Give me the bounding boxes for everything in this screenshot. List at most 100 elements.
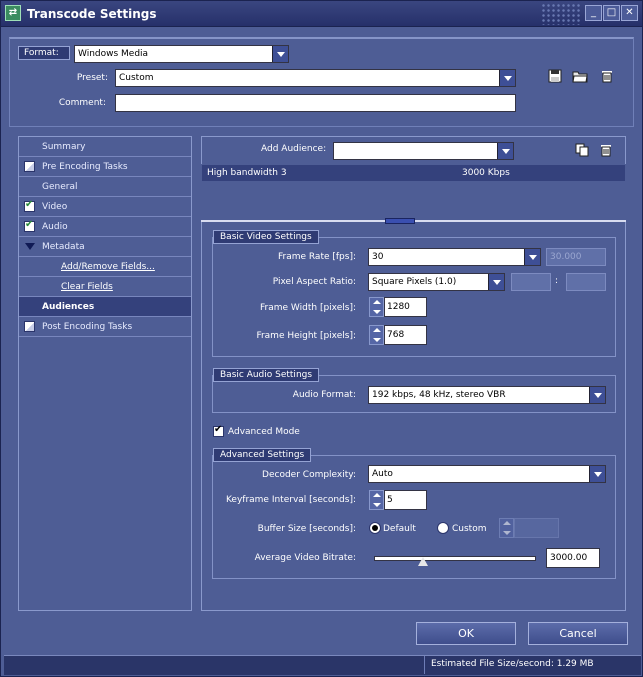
nav-item-video[interactable]: Video [19, 197, 191, 217]
delete-icon[interactable] [598, 69, 616, 87]
chevron-down-icon [589, 466, 605, 482]
save-icon[interactable] [546, 69, 564, 87]
comment-field[interactable] [115, 94, 516, 112]
nav-item-add-remove-fields: Add/Remove Fields... [19, 257, 191, 277]
add-remove-fields-link[interactable]: Add/Remove Fields... [61, 262, 155, 272]
minimize-button[interactable]: _ [585, 5, 602, 21]
window-title: Transcode Settings [27, 7, 157, 21]
transcode-settings-window: ⇄ Transcode Settings _ □ ✕ Format: Windo… [0, 0, 643, 677]
advanced-settings-title: Advanced Settings [213, 448, 312, 462]
nav-item-clear-fields: Clear Fields [19, 277, 191, 297]
nav-item-metadata[interactable]: Metadata [19, 237, 191, 257]
decoder-complexity-label: Decoder Complexity: [262, 470, 356, 480]
cancel-button[interactable]: Cancel [528, 622, 628, 645]
nav-item-label: Summary [42, 142, 86, 152]
frame-rate-custom-field: 30.000 [546, 248, 606, 266]
advanced-mode-label: Advanced Mode [228, 427, 300, 437]
frame-width-stepper[interactable]: 1280 [369, 297, 427, 317]
nav-item-label: General [42, 182, 78, 192]
pixel-aspect-width-field [511, 273, 551, 291]
format-label: Format: [18, 46, 70, 60]
nav-item-post-encoding-tasks[interactable]: Post Encoding Tasks [19, 317, 191, 337]
format-dropdown[interactable]: Windows Media [74, 45, 289, 63]
audio-format-value: 192 kbps, 48 kHz, stereo VBR [372, 390, 506, 400]
audience-bitrate: 3000 Kbps [462, 168, 510, 178]
nav-item-audiences[interactable]: Audiences [19, 297, 191, 317]
chevron-down-icon [497, 143, 513, 159]
chevron-down-icon [272, 46, 288, 62]
splitter-handle[interactable] [385, 218, 415, 224]
nav-item-label: Metadata [42, 242, 85, 252]
audience-name: High bandwidth 3 [207, 168, 287, 178]
stepper-arrows-icon[interactable] [369, 325, 384, 345]
preset-value: Custom [119, 73, 154, 83]
video-checkbox[interactable] [24, 199, 35, 212]
nav-item-label: Audio [42, 222, 68, 232]
chevron-down-icon [499, 70, 515, 86]
pixel-aspect-label: Pixel Aspect Ratio: [272, 277, 356, 287]
copy-icon[interactable] [573, 143, 591, 161]
add-audience-dropdown[interactable] [333, 142, 514, 160]
buffer-custom-label: Custom [452, 524, 487, 534]
close-button[interactable]: ✕ [621, 5, 638, 21]
maximize-button[interactable]: □ [603, 5, 620, 21]
nav-item-audio[interactable]: Audio [19, 217, 191, 237]
pixel-aspect-dropdown[interactable]: Square Pixels (1.0) [368, 273, 505, 291]
preset-label: Preset: [76, 73, 108, 83]
buffer-default-radio[interactable] [369, 522, 381, 534]
keyframe-interval-stepper[interactable]: 5 [369, 490, 427, 510]
stepper-arrows-icon[interactable] [369, 297, 384, 317]
stepper-arrows-icon[interactable] [369, 490, 384, 510]
frame-width-label: Frame Width [pixels]: [260, 303, 356, 313]
decoder-complexity-value: Auto [372, 469, 393, 479]
open-folder-icon[interactable] [571, 69, 589, 87]
stepper-arrows-icon [499, 518, 514, 538]
pixel-aspect-height-field [566, 273, 606, 291]
nav-item-pre-encoding-tasks[interactable]: Pre Encoding Tasks [19, 157, 191, 177]
title-decoration [541, 3, 581, 25]
clear-fields-link[interactable]: Clear Fields [61, 282, 113, 292]
buffer-custom-value [514, 518, 559, 538]
preset-dropdown[interactable]: Custom [115, 69, 516, 87]
advanced-mode-checkbox[interactable] [213, 424, 224, 437]
basic-audio-settings-title: Basic Audio Settings [213, 368, 320, 382]
keyframe-interval-label: Keyframe Interval [seconds]: [225, 495, 356, 505]
basic-video-settings-title: Basic Video Settings [213, 230, 319, 244]
chevron-down-icon [589, 387, 605, 403]
partial-checkbox-icon[interactable] [24, 321, 35, 332]
bitrate-value-field[interactable]: 3000.00 [546, 548, 600, 568]
title-bar[interactable]: ⇄ Transcode Settings _ □ ✕ [1, 1, 642, 27]
format-value: Windows Media [78, 49, 149, 59]
expand-triangle-icon[interactable] [25, 243, 35, 250]
frame-height-value[interactable]: 768 [384, 325, 427, 345]
chevron-down-icon [524, 249, 540, 265]
nav-item-general[interactable]: General [19, 177, 191, 197]
settings-navigation: Summary Pre Encoding Tasks General Video… [18, 136, 192, 611]
decoder-complexity-dropdown[interactable]: Auto [368, 465, 606, 483]
nav-item-summary[interactable]: Summary [19, 137, 191, 157]
keyframe-interval-value[interactable]: 5 [384, 490, 427, 510]
pixel-aspect-value: Square Pixels (1.0) [372, 277, 457, 287]
audio-checkbox[interactable] [24, 219, 35, 232]
audience-row[interactable]: High bandwidth 3 3000 Kbps [202, 165, 625, 181]
add-audience-label: Add Audience: [261, 144, 327, 154]
frame-rate-value: 30 [372, 252, 384, 262]
frame-rate-label: Frame Rate [fps]: [277, 252, 356, 262]
frame-width-value[interactable]: 1280 [384, 297, 427, 317]
transcode-app-icon: ⇄ [5, 5, 21, 21]
bitrate-slider-thumb[interactable] [418, 557, 428, 566]
ok-button[interactable]: OK [416, 622, 516, 645]
bitrate-slider-track[interactable] [374, 556, 536, 561]
comment-label: Comment: [58, 98, 106, 108]
frame-rate-dropdown[interactable]: 30 [368, 248, 541, 266]
buffer-custom-stepper [499, 518, 559, 538]
frame-height-label: Frame Height [pixels]: [256, 331, 356, 341]
delete-audience-icon[interactable] [597, 143, 615, 161]
audio-format-label: Audio Format: [292, 390, 356, 400]
buffer-custom-radio[interactable] [437, 522, 449, 534]
partial-checkbox-icon[interactable] [24, 161, 35, 172]
audio-format-dropdown[interactable]: 192 kbps, 48 kHz, stereo VBR [368, 386, 606, 404]
nav-item-label: Video [42, 202, 68, 212]
frame-height-stepper[interactable]: 768 [369, 325, 427, 345]
average-bitrate-label: Average Video Bitrate: [254, 553, 356, 563]
